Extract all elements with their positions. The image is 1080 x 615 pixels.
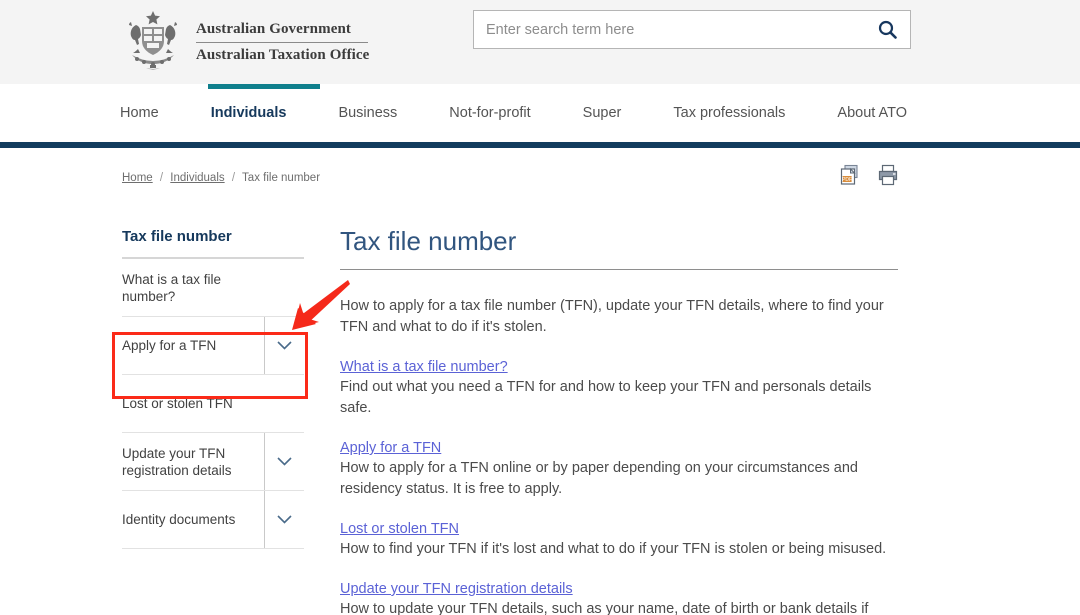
search-icon [878, 20, 897, 39]
sidebar-item-label: Identity documents [122, 512, 236, 527]
content-text-apply-for-a-tfn: How to apply for a TFN online or by pape… [340, 460, 858, 497]
content-link-update-tfn-registration-details[interactable]: Update your TFN registration details [340, 581, 573, 597]
sidebar-item-label: Lost or stolen TFN [122, 396, 233, 411]
sidebar-item-lost-or-stolen-tfn[interactable]: Lost or stolen TFN [122, 375, 304, 433]
brand-text: Australian Government Australian Taxatio… [196, 18, 369, 65]
content-section-update-tfn-registration-details: Update your TFN registration details How… [340, 580, 898, 615]
search-input[interactable] [474, 11, 864, 48]
section-sidebar: Tax file number What is a tax file numbe… [122, 228, 304, 549]
page-tools: PDF [838, 163, 900, 187]
svg-text:PDF: PDF [842, 177, 852, 183]
sidebar-item-label: What is a tax file number? [122, 271, 222, 304]
content-link-lost-or-stolen-tfn[interactable]: Lost or stolen TFN [340, 521, 459, 537]
chevron-down-icon[interactable] [264, 491, 304, 548]
sidebar-item-apply-for-a-tfn[interactable]: Apply for a TFN [122, 317, 304, 375]
nav-item-super[interactable]: Super [583, 84, 622, 142]
content-section-lost-or-stolen-tfn: Lost or stolen TFN How to find your TFN … [340, 520, 898, 560]
site-header: Australian Government Australian Taxatio… [0, 0, 1080, 84]
page-title: Tax file number [340, 226, 517, 256]
save-pdf-icon: PDF [840, 164, 858, 185]
sidebar-item-what-is-a-tfn[interactable]: What is a tax file number? [122, 259, 304, 317]
nav-item-tax-professionals[interactable]: Tax professionals [673, 84, 785, 142]
primary-nav-list: Home Individuals Business Not-for-profit… [120, 84, 907, 142]
print-button[interactable] [876, 163, 900, 187]
primary-nav: Home Individuals Business Not-for-profit… [0, 84, 1080, 142]
search-button[interactable] [864, 11, 910, 48]
sidebar-title: Tax file number [122, 228, 232, 245]
brand-lockup: Australian Government Australian Taxatio… [120, 9, 369, 73]
print-icon [878, 164, 898, 186]
chevron-down-icon[interactable] [264, 433, 304, 490]
breadcrumb-individuals[interactable]: Individuals [170, 172, 224, 184]
content-text-update-tfn-registration-details: How to update your TFN details, such as … [340, 601, 869, 615]
content-link-apply-for-a-tfn[interactable]: Apply for a TFN [340, 440, 441, 456]
search-bar[interactable] [473, 10, 911, 49]
main-content: Tax file number How to apply for a tax f… [340, 225, 898, 615]
content-text-what-is-a-tfn: Find out what you need a TFN for and how… [340, 379, 872, 416]
nav-item-about-ato[interactable]: About ATO [837, 84, 907, 142]
active-tab-accent-bar [208, 84, 320, 89]
page-title-divider [340, 269, 898, 270]
content-text-lost-or-stolen-tfn: How to find your TFN if it's lost and wh… [340, 541, 887, 557]
brand-line-government: Australian Government [196, 20, 352, 37]
intro-paragraph: How to apply for a tax file number (TFN)… [340, 298, 884, 335]
nav-bottom-border [0, 142, 1080, 148]
nav-item-home[interactable]: Home [120, 84, 159, 142]
breadcrumb-separator-1: / [159, 172, 164, 184]
nav-item-business[interactable]: Business [338, 84, 397, 142]
content-link-what-is-a-tfn[interactable]: What is a tax file number? [340, 359, 508, 375]
nav-item-individuals[interactable]: Individuals [211, 84, 287, 142]
chevron-down-icon[interactable] [264, 317, 304, 374]
sidebar-item-update-tfn-registration-details[interactable]: Update your TFN registration details [122, 433, 304, 491]
nav-item-not-for-profit[interactable]: Not-for-profit [449, 84, 530, 142]
breadcrumb-current: Tax file number [242, 172, 321, 184]
brand-divider [196, 41, 368, 43]
content-section-apply-for-a-tfn: Apply for a TFN How to apply for a TFN o… [340, 439, 898, 500]
breadcrumb: Home / Individuals / Tax file number [122, 172, 320, 184]
brand-line-ato: Australian Taxation Office [196, 46, 370, 63]
content-section-what-is-a-tfn: What is a tax file number? Find out what… [340, 358, 898, 419]
breadcrumb-home[interactable]: Home [122, 172, 153, 184]
page-root: Australian Government Australian Taxatio… [0, 0, 1080, 615]
sidebar-item-label: Update your TFN registration details [122, 445, 232, 478]
sidebar-item-identity-documents[interactable]: Identity documents [122, 491, 304, 549]
save-pdf-button[interactable]: PDF [838, 163, 862, 187]
breadcrumb-separator-2: / [231, 172, 236, 184]
sidebar-item-label: Apply for a TFN [122, 338, 217, 353]
australian-coat-of-arms-icon [129, 11, 177, 70]
